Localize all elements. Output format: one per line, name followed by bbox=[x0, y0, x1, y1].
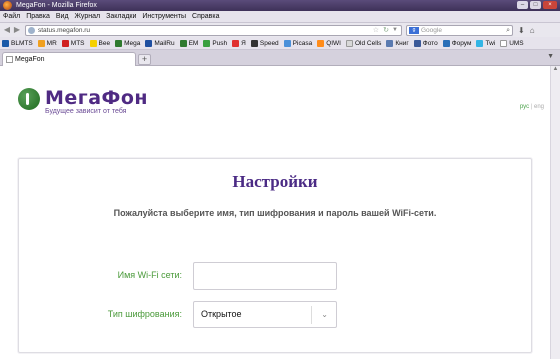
bookmark-icon bbox=[179, 39, 187, 47]
bookmark-item[interactable]: MTS bbox=[61, 39, 85, 47]
lang-eng-link[interactable]: eng bbox=[534, 104, 544, 110]
megafon-logo-icon bbox=[18, 88, 40, 110]
encryption-selected-value: Открытое bbox=[201, 309, 242, 319]
bookmark-item[interactable]: Picasa bbox=[283, 39, 312, 47]
menu-tools[interactable]: Инструменты bbox=[142, 13, 186, 20]
tab-list-chevron-down-icon[interactable]: ▼ bbox=[547, 53, 554, 60]
tab-strip: MegaFon + ▼ bbox=[0, 50, 560, 66]
tab-megafon[interactable]: MegaFon bbox=[2, 52, 136, 66]
search-input[interactable]: g Google ⌕ bbox=[406, 24, 513, 36]
bookmark-icon bbox=[232, 39, 240, 47]
home-icon[interactable]: ⌂ bbox=[530, 26, 535, 35]
select-divider bbox=[311, 306, 312, 324]
bookmark-icon bbox=[250, 39, 258, 47]
bookmark-icon bbox=[442, 39, 450, 47]
menu-file[interactable]: Файл bbox=[3, 13, 20, 20]
megafon-logo[interactable]: МегаФон Будущее зависит от тебя bbox=[18, 88, 148, 115]
bookmark-icon bbox=[2, 39, 9, 47]
site-identity-icon[interactable] bbox=[28, 26, 35, 34]
ssid-label: Имя Wi-Fi сети: bbox=[117, 270, 182, 280]
window-title: MegaFon - Mozilla Firefox bbox=[16, 2, 97, 9]
maximize-button[interactable]: □ bbox=[530, 1, 541, 9]
bookmark-item[interactable]: Speed bbox=[250, 39, 279, 47]
page-title: Настройки bbox=[232, 172, 318, 191]
download-icon[interactable]: ⬇ bbox=[518, 26, 525, 35]
navigation-bar: ◀ ▶ status.megafon.ru ☆ ↻ ▼ g Google ⌕ ⬇… bbox=[0, 23, 560, 37]
search-icon[interactable]: ⌕ bbox=[506, 26, 510, 35]
close-button[interactable]: × bbox=[543, 1, 557, 9]
page-favicon-icon bbox=[6, 56, 13, 63]
search-placeholder: Google bbox=[421, 26, 442, 34]
bookmark-icon bbox=[317, 39, 325, 47]
logo-name: МегаФон bbox=[45, 87, 149, 109]
bookmark-icon bbox=[203, 39, 211, 47]
bookmark-icon bbox=[476, 39, 484, 47]
bookmark-item[interactable]: EM bbox=[179, 39, 198, 47]
bookmark-item[interactable]: Книг bbox=[386, 39, 409, 47]
search-engine-icon[interactable]: g bbox=[409, 26, 419, 34]
bookmark-item[interactable]: Форум bbox=[442, 39, 471, 47]
scroll-up-icon[interactable]: ▲ bbox=[551, 66, 560, 75]
url-text: status.megafon.ru bbox=[38, 26, 91, 34]
bookmark-item[interactable]: Mega bbox=[115, 39, 140, 47]
settings-instructions: Пожалуйста выберите имя, тип шифрования … bbox=[113, 208, 437, 218]
bookmark-icon bbox=[89, 39, 97, 47]
tab-title: MegaFon bbox=[15, 56, 45, 63]
bookmark-icon bbox=[145, 39, 153, 47]
bookmark-icon bbox=[386, 39, 394, 47]
bookmark-item[interactable]: MR bbox=[37, 39, 57, 47]
bookmark-item[interactable]: Я bbox=[232, 39, 246, 47]
bookmarks-toolbar: BLMTS MR MTS Bee Mega MailRu EM Push Я S… bbox=[0, 37, 560, 50]
menu-history[interactable]: Журнал bbox=[75, 13, 101, 20]
window-titlebar: MegaFon - Mozilla Firefox – □ × bbox=[0, 0, 560, 11]
bookmark-star-icon[interactable]: ☆ bbox=[373, 26, 379, 35]
bookmark-item[interactable]: MailRu bbox=[145, 39, 175, 47]
bookmark-item[interactable]: BLMTS bbox=[2, 39, 33, 47]
bookmark-icon bbox=[61, 39, 69, 47]
bookmark-item[interactable]: Twi bbox=[476, 39, 495, 47]
logo-tagline: Будущее зависит от тебя bbox=[45, 108, 127, 115]
menu-bookmarks[interactable]: Закладки bbox=[106, 13, 136, 20]
encryption-label: Тип шифрования: bbox=[107, 309, 182, 319]
bookmark-item[interactable]: Bee bbox=[89, 39, 110, 47]
bookmark-icon bbox=[346, 39, 353, 47]
language-switcher: рус | eng bbox=[520, 104, 544, 110]
forward-icon[interactable]: ▶ bbox=[12, 25, 22, 35]
menu-view[interactable]: Вид bbox=[56, 13, 69, 20]
bookmark-icon bbox=[283, 39, 291, 47]
minimize-button[interactable]: – bbox=[517, 1, 528, 9]
bookmark-icon bbox=[500, 39, 508, 47]
menu-help[interactable]: Справка bbox=[192, 13, 219, 20]
lang-rus-link[interactable]: рус bbox=[520, 104, 529, 110]
bookmark-icon bbox=[413, 39, 421, 47]
bookmark-item[interactable]: Push bbox=[203, 39, 227, 47]
menu-edit[interactable]: Правка bbox=[26, 13, 50, 20]
bookmark-item[interactable]: QIWI bbox=[317, 39, 341, 47]
lang-separator: | bbox=[530, 104, 533, 110]
vertical-scrollbar[interactable]: ▲ bbox=[550, 66, 560, 359]
address-bar[interactable]: status.megafon.ru ☆ ↻ ▼ bbox=[25, 24, 402, 36]
url-dropdown-icon[interactable]: ▼ bbox=[392, 26, 398, 35]
bookmark-icon bbox=[115, 39, 123, 47]
bookmark-item[interactable]: Old Cells bbox=[346, 39, 381, 47]
reload-icon[interactable]: ↻ bbox=[383, 26, 389, 35]
ssid-input[interactable] bbox=[193, 262, 337, 290]
firefox-icon bbox=[3, 1, 12, 10]
bookmark-icon bbox=[37, 39, 45, 47]
menu-bar: Файл Правка Вид Журнал Закладки Инструме… bbox=[0, 11, 560, 23]
encryption-select[interactable]: Открытое ⌄ bbox=[193, 301, 337, 328]
bookmark-item[interactable]: UMS bbox=[500, 39, 524, 47]
bookmark-item[interactable]: Фото bbox=[413, 39, 438, 47]
back-icon[interactable]: ◀ bbox=[2, 25, 12, 35]
new-tab-button[interactable]: + bbox=[138, 54, 151, 65]
chevron-down-icon[interactable]: ⌄ bbox=[321, 302, 328, 327]
